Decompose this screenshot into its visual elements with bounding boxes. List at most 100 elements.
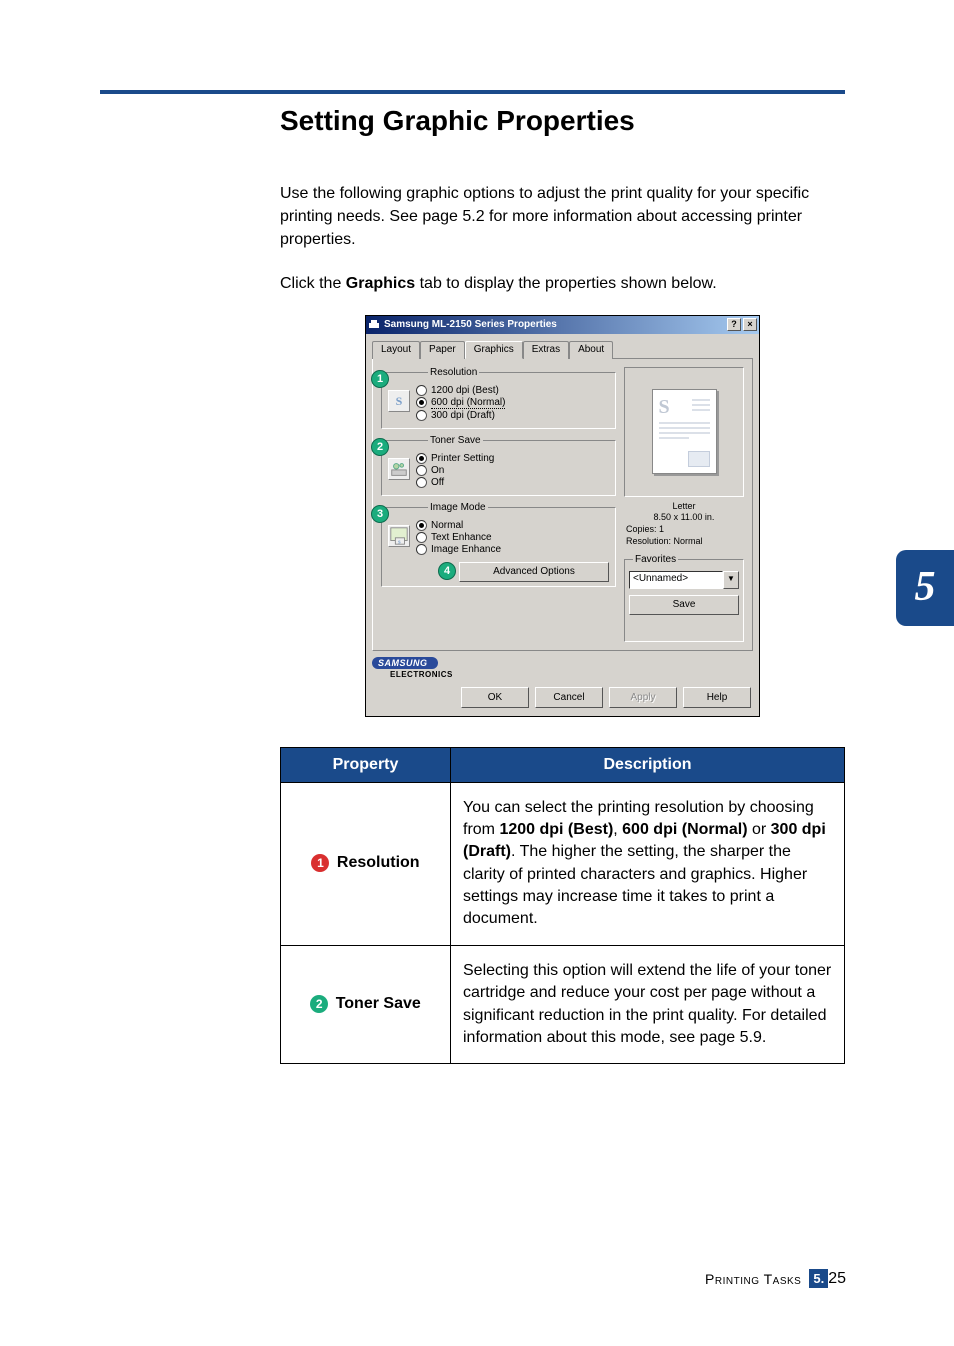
brand-samsung: SAMSUNG bbox=[372, 657, 438, 669]
callout-2-icon: 2 bbox=[310, 995, 328, 1013]
th-property: Property bbox=[281, 747, 451, 782]
preview-copies: Copies: 1 bbox=[624, 524, 744, 536]
footer-section: Printing Tasks bbox=[705, 1271, 801, 1287]
intro-p2-bold: Graphics bbox=[346, 275, 415, 292]
prop-name-tonersave: Toner Save bbox=[336, 995, 421, 1012]
radio-dot bbox=[416, 532, 427, 543]
printer-icon bbox=[368, 319, 380, 331]
preview-s-glyph: S bbox=[659, 396, 670, 419]
table-row-tonersave: 2 Toner Save Selecting this option will … bbox=[281, 945, 845, 1064]
callout-4: 4 bbox=[438, 562, 456, 580]
callout-3: 3 bbox=[371, 505, 389, 523]
tab-body: Resolution 1 S 1200 dpi (Best) 600 dpi (… bbox=[372, 359, 753, 651]
resolution-icon: S bbox=[388, 390, 410, 412]
page-footer: Printing Tasks 5.25 bbox=[705, 1270, 846, 1288]
radio-normal[interactable]: Normal bbox=[416, 520, 609, 531]
radio-label: Off bbox=[431, 477, 444, 488]
tab-about[interactable]: About bbox=[569, 341, 613, 359]
help-button[interactable]: Help bbox=[683, 687, 751, 708]
prop-name-resolution: Resolution bbox=[337, 854, 420, 871]
resolution-legend: Resolution bbox=[428, 367, 479, 378]
radio-label: Printer Setting bbox=[431, 453, 494, 464]
tab-extras[interactable]: Extras bbox=[523, 341, 569, 359]
right-column: S Letter 8.50 x 11.00 in. bbox=[624, 367, 744, 642]
top-rule bbox=[100, 90, 845, 94]
preview-paper-size: 8.50 x 11.00 in. bbox=[624, 512, 744, 524]
radio-dot bbox=[416, 520, 427, 531]
tonersave-legend: Toner Save bbox=[428, 435, 483, 446]
prop-cell-resolution: 1 Resolution bbox=[281, 782, 451, 945]
footer-page-minor: 25 bbox=[828, 1270, 846, 1287]
brand-block: SAMSUNG ELECTRONICS bbox=[372, 657, 759, 679]
radio-label: Text Enhance bbox=[431, 532, 492, 543]
tonersave-group: Toner Save 2 Printer Setting On Off bbox=[381, 435, 616, 496]
tab-graphics[interactable]: Graphics bbox=[465, 341, 523, 359]
radio-dot bbox=[416, 397, 427, 408]
desc-bold: 1200 dpi (Best) bbox=[499, 821, 613, 838]
properties-dialog: Samsung ML-2150 Series Properties ? × La… bbox=[365, 315, 760, 717]
favorites-legend: Favorites bbox=[633, 554, 678, 565]
callout-1: 1 bbox=[371, 370, 389, 388]
property-table: Property Description 1 Resolution You ca… bbox=[280, 747, 845, 1065]
advanced-options-button[interactable]: Advanced Options bbox=[459, 562, 609, 582]
resolution-group: Resolution 1 S 1200 dpi (Best) 600 dpi (… bbox=[381, 367, 616, 429]
intro-paragraph-1: Use the following graphic options to adj… bbox=[280, 182, 845, 252]
callout-2: 2 bbox=[371, 438, 389, 456]
footer-page-major: 5. bbox=[809, 1269, 828, 1288]
radio-600dpi[interactable]: 600 dpi (Normal) bbox=[416, 397, 609, 409]
desc-cell-tonersave: Selecting this option will extend the li… bbox=[451, 945, 845, 1064]
page-content: Setting Graphic Properties Use the follo… bbox=[280, 105, 845, 1064]
intro-p2-post: tab to display the properties shown belo… bbox=[415, 275, 717, 292]
radio-300dpi[interactable]: 300 dpi (Draft) bbox=[416, 410, 609, 421]
imagemode-group: Image Mode 3 s Normal Text Enhance Image… bbox=[381, 502, 616, 587]
radio-image-enhance[interactable]: Image Enhance bbox=[416, 544, 609, 555]
th-description: Description bbox=[451, 747, 845, 782]
dialog-button-row: OK Cancel Apply Help bbox=[366, 683, 759, 716]
radio-dot bbox=[416, 453, 427, 464]
table-header-row: Property Description bbox=[281, 747, 845, 782]
titlebar-close-button[interactable]: × bbox=[743, 318, 757, 331]
callout-1-icon: 1 bbox=[311, 854, 329, 872]
radio-dot bbox=[416, 465, 427, 476]
chevron-down-icon[interactable]: ▼ bbox=[723, 571, 739, 589]
radio-label: Image Enhance bbox=[431, 544, 501, 555]
radio-off[interactable]: Off bbox=[416, 477, 609, 488]
desc-text: . The higher the setting, the sharper th… bbox=[463, 843, 807, 927]
intro-paragraph-2: Click the Graphics tab to display the pr… bbox=[280, 272, 845, 295]
prop-cell-tonersave: 2 Toner Save bbox=[281, 945, 451, 1064]
cancel-button[interactable]: Cancel bbox=[535, 687, 603, 708]
radio-label: Normal bbox=[431, 520, 463, 531]
table-row-resolution: 1 Resolution You can select the printing… bbox=[281, 782, 845, 945]
apply-button[interactable]: Apply bbox=[609, 687, 677, 708]
imagemode-icon: s bbox=[388, 525, 410, 547]
preview-box: S bbox=[624, 367, 744, 497]
radio-printer-setting[interactable]: Printer Setting bbox=[416, 453, 609, 464]
tonersave-icon bbox=[388, 458, 410, 480]
desc-cell-resolution: You can select the printing resolution b… bbox=[451, 782, 845, 945]
preview-paper-name: Letter bbox=[624, 501, 744, 513]
titlebar-help-button[interactable]: ? bbox=[727, 318, 741, 331]
imagemode-legend: Image Mode bbox=[428, 502, 488, 513]
radio-label: 600 dpi (Normal) bbox=[431, 397, 505, 409]
brand-electronics: ELECTRONICS bbox=[390, 670, 453, 679]
dialog-titlebar: Samsung ML-2150 Series Properties ? × bbox=[366, 316, 759, 334]
intro-p2-pre: Click the bbox=[280, 275, 346, 292]
preview-page: S bbox=[652, 389, 717, 474]
radio-1200dpi[interactable]: 1200 dpi (Best) bbox=[416, 385, 609, 396]
page-heading: Setting Graphic Properties bbox=[280, 105, 845, 137]
left-column: Resolution 1 S 1200 dpi (Best) 600 dpi (… bbox=[381, 367, 616, 642]
dialog-title: Samsung ML-2150 Series Properties bbox=[384, 319, 727, 330]
desc-bold: 600 dpi (Normal) bbox=[622, 821, 747, 838]
tab-layout[interactable]: Layout bbox=[372, 341, 420, 359]
radio-label: 1200 dpi (Best) bbox=[431, 385, 499, 396]
favorites-save-button[interactable]: Save bbox=[629, 595, 739, 615]
radio-dot bbox=[416, 477, 427, 488]
radio-on[interactable]: On bbox=[416, 465, 609, 476]
desc-text: , bbox=[613, 821, 622, 838]
tab-paper[interactable]: Paper bbox=[420, 341, 465, 359]
ok-button[interactable]: OK bbox=[461, 687, 529, 708]
radio-text-enhance[interactable]: Text Enhance bbox=[416, 532, 609, 543]
radio-label: On bbox=[431, 465, 444, 476]
favorites-combo[interactable]: <Unnamed> ▼ bbox=[629, 571, 739, 589]
chapter-side-tab: 5 bbox=[896, 550, 954, 626]
